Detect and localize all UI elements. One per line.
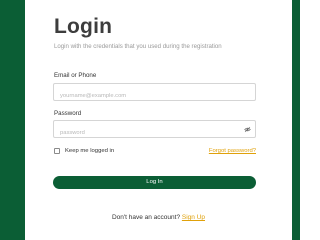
login-panel: Login Login with the credentials that yo…: [25, 0, 292, 240]
right-brand-stripe: [292, 0, 300, 240]
forgot-password-link[interactable]: Forgot password?: [209, 148, 256, 154]
password-field-wrapper: [53, 120, 256, 141]
left-brand-stripe: [0, 0, 25, 240]
signup-prompt-line: Don't have an account? Sign Up: [25, 214, 292, 221]
signup-link[interactable]: Sign Up: [182, 214, 205, 221]
email-field[interactable]: [54, 88, 255, 104]
remember-me[interactable]: Keep me logged in: [54, 148, 114, 154]
password-field[interactable]: [54, 125, 255, 141]
remember-label: Keep me logged in: [65, 148, 115, 154]
eye-icon[interactable]: [244, 126, 251, 133]
page-subtitle: Login with the credentials that you used…: [54, 43, 222, 50]
email-field-wrapper: [53, 83, 256, 104]
password-label: Password: [54, 110, 82, 117]
email-label: Email or Phone: [54, 72, 97, 79]
login-button[interactable]: Log In: [53, 176, 256, 189]
remember-checkbox[interactable]: [54, 148, 60, 154]
signup-prompt: Don't have an account?: [111, 214, 181, 221]
page-title: Login: [54, 15, 113, 38]
